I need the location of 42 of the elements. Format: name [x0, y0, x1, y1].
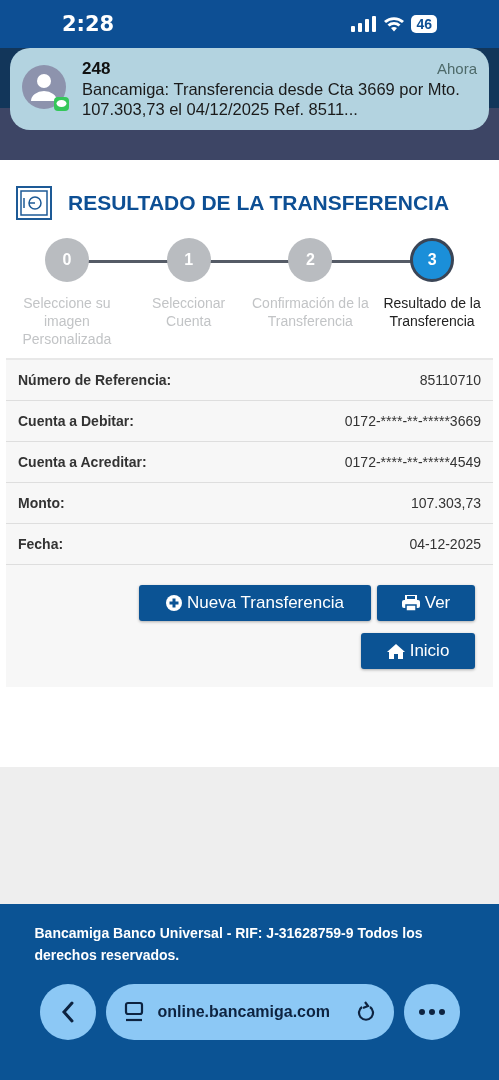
- signal-icon: [351, 16, 378, 32]
- back-chevron-icon: [60, 1001, 75, 1023]
- notification-message: Bancamiga: Transferencia desde Cta 3669 por Mto. 107.303,73 el 04/12/2025 Ref. 8511...: [82, 79, 461, 119]
- step-label: Confirmación de la Transferencia: [251, 294, 370, 330]
- step-label: Seleccionar Cuenta: [151, 294, 227, 330]
- wifi-icon: [383, 16, 406, 32]
- more-dots-icon: [418, 1009, 445, 1015]
- detail-label: Número de Referencia:: [18, 372, 172, 388]
- notification-time: Ahora: [436, 60, 477, 77]
- address-bar[interactable]: online.bancamiga.com: [105, 984, 394, 1040]
- step-circle: 0: [44, 238, 89, 282]
- new-transfer-button[interactable]: Nueva Transferencia: [139, 585, 371, 621]
- footer-text: Bancamiga Banco Universal - RIF: J-31628759-9 Todos los derechos reservados.: [34, 924, 424, 965]
- step-label: Resultado de la Transferencia: [382, 294, 482, 330]
- detail-value: 0172-****-**-*****3669: [344, 413, 481, 429]
- step-circle: 3: [410, 238, 455, 282]
- step-label: Seleccione su imagen Personalizada: [21, 294, 113, 348]
- detail-value: 85110710: [419, 372, 481, 388]
- url-text: online.bancamiga.com: [157, 1003, 331, 1021]
- detail-value: 0172-****-**-*****4549: [344, 454, 481, 470]
- notification-banner[interactable]: 248 Ahora Bancamiga: Transferencia desde Cta 3669 por Mto. 107.303,73 el 04/12/2025 Ref. 8511...: [10, 48, 489, 130]
- detail-value: 107.303,73: [410, 495, 481, 511]
- detail-value: 04-12-2025: [409, 536, 481, 552]
- plus-circle-icon: [166, 595, 183, 611]
- detail-label: Monto:: [18, 495, 65, 511]
- tabs-icon: [123, 1001, 144, 1023]
- contact-avatar-icon: [22, 65, 70, 113]
- home-button[interactable]: Inicio: [361, 633, 475, 669]
- step-circle: 1: [166, 238, 211, 282]
- safe-icon: [16, 186, 52, 220]
- detail-label: Cuenta a Acreditar:: [18, 454, 147, 470]
- view-button[interactable]: Ver: [377, 585, 475, 621]
- house-icon: [386, 643, 405, 659]
- reload-icon[interactable]: [355, 1001, 376, 1023]
- detail-label: Cuenta a Debitar:: [18, 413, 134, 429]
- printer-icon: [401, 595, 420, 611]
- step-circle: 2: [288, 238, 333, 282]
- notification-sender: 248: [82, 59, 111, 79]
- status-time: 2:28: [62, 12, 115, 36]
- battery-indicator: 46: [411, 15, 437, 33]
- detail-label: Fecha:: [18, 536, 64, 552]
- page-title: RESULTADO DE LA TRANSFERENCIA: [68, 191, 450, 215]
